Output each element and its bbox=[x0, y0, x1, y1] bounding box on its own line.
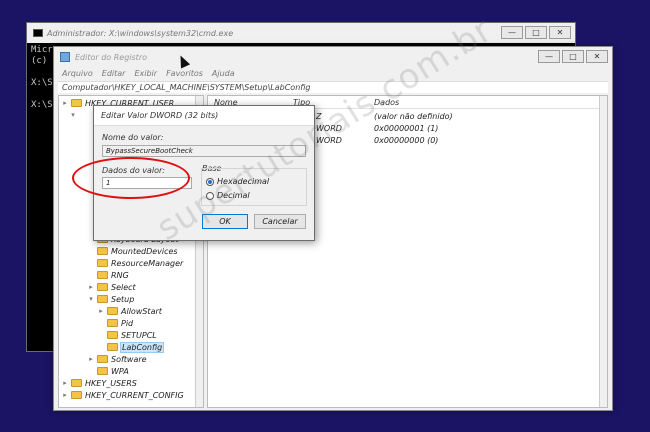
radio-decimal[interactable]: Decimal bbox=[206, 191, 250, 200]
chevron-right-icon[interactable]: ▸ bbox=[61, 379, 69, 387]
folder-icon bbox=[107, 343, 118, 351]
tree-item[interactable]: ▸ Select bbox=[87, 281, 135, 293]
regedit-icon bbox=[60, 52, 70, 62]
tree-expander[interactable]: ▾ bbox=[69, 109, 77, 121]
folder-icon bbox=[107, 307, 118, 315]
cmd-icon bbox=[33, 29, 43, 37]
base-group: Hexadecimal Decimal bbox=[201, 168, 307, 206]
menu-bar: Arquivo Editar Exibir Favoritos Ajuda bbox=[54, 67, 612, 80]
regedit-titlebar[interactable]: Editor do Registro bbox=[54, 47, 612, 67]
dialog-title: Editar Valor DWORD (32 bits) bbox=[94, 106, 314, 126]
folder-icon bbox=[97, 247, 108, 255]
folder-icon bbox=[97, 355, 108, 363]
list-scrollbar[interactable] bbox=[599, 96, 607, 407]
cmd-titlebar[interactable]: Administrador: X:\windows\system32\cmd.e… bbox=[27, 23, 575, 43]
chevron-down-icon[interactable]: ▾ bbox=[69, 111, 77, 119]
maximize-button[interactable]: □ bbox=[562, 50, 584, 63]
tree-item[interactable]: MountedDevices bbox=[95, 245, 178, 257]
folder-icon bbox=[97, 283, 108, 291]
red-highlight-ellipse bbox=[72, 157, 190, 199]
chevron-right-icon[interactable]: ▸ bbox=[97, 307, 105, 315]
folder-icon bbox=[97, 367, 108, 375]
minimize-button[interactable]: — bbox=[538, 50, 560, 63]
radio-hexadecimal[interactable]: Hexadecimal bbox=[206, 177, 269, 186]
chevron-right-icon[interactable]: ▸ bbox=[87, 283, 95, 291]
folder-icon bbox=[107, 331, 118, 339]
chevron-down-icon[interactable]: ▾ bbox=[87, 295, 95, 303]
tree-item[interactable]: ▸ Software bbox=[87, 353, 146, 365]
radio-dot-icon bbox=[206, 191, 214, 200]
regedit-title: Editor do Registro bbox=[75, 52, 148, 62]
folder-icon bbox=[97, 259, 108, 267]
close-button[interactable]: ✕ bbox=[549, 26, 571, 39]
tree-item-selected[interactable]: LabConfig bbox=[105, 341, 165, 353]
menu-exibir[interactable]: Exibir bbox=[134, 69, 157, 78]
folder-icon bbox=[71, 99, 82, 107]
tree-item[interactable]: ResourceManager bbox=[95, 257, 183, 269]
folder-icon bbox=[107, 319, 118, 327]
minimize-button[interactable]: — bbox=[501, 26, 523, 39]
tree-item[interactable]: RNG bbox=[95, 269, 129, 281]
folder-icon bbox=[97, 271, 108, 279]
chevron-right-icon[interactable]: ▸ bbox=[61, 99, 69, 107]
menu-editar[interactable]: Editar bbox=[102, 69, 126, 78]
folder-icon bbox=[71, 391, 82, 399]
tree-item[interactable]: ▾ Setup bbox=[87, 293, 134, 305]
cancel-button[interactable]: Cancelar bbox=[254, 214, 306, 229]
menu-arquivo[interactable]: Arquivo bbox=[62, 69, 93, 78]
value-name-label: Nome do valor: bbox=[102, 133, 164, 142]
maximize-button[interactable]: □ bbox=[525, 26, 547, 39]
tree-item[interactable]: WPA bbox=[95, 365, 129, 377]
radio-dot-icon bbox=[206, 177, 214, 186]
value-name-field: BypassSecureBootCheck bbox=[102, 145, 306, 157]
ok-button[interactable]: OK bbox=[202, 214, 248, 229]
cmd-title: Administrador: X:\windows\system32\cmd.e… bbox=[47, 28, 234, 38]
column-dados[interactable]: Dados bbox=[374, 98, 399, 107]
menu-ajuda[interactable]: Ajuda bbox=[212, 69, 235, 78]
folder-icon bbox=[97, 295, 108, 303]
tree-item[interactable]: Pid bbox=[105, 317, 133, 329]
tree-item[interactable]: ▸ AllowStart bbox=[97, 305, 162, 317]
chevron-right-icon[interactable]: ▸ bbox=[61, 391, 69, 399]
tree-item-hku[interactable]: ▸ HKEY_USERS bbox=[61, 377, 137, 389]
folder-icon bbox=[71, 379, 82, 387]
menu-favoritos[interactable]: Favoritos bbox=[166, 69, 203, 78]
close-button[interactable]: ✕ bbox=[586, 50, 608, 63]
cmd-window-controls: — □ ✕ bbox=[501, 26, 571, 39]
chevron-right-icon[interactable]: ▸ bbox=[87, 355, 95, 363]
tree-item[interactable]: SETUPCL bbox=[105, 329, 157, 341]
regedit-window-controls: — □ ✕ bbox=[538, 50, 608, 63]
address-bar[interactable]: Computador\HKEY_LOCAL_MACHINE\SYSTEM\Set… bbox=[58, 81, 608, 93]
tree-item-hkcc[interactable]: ▸ HKEY_CURRENT_CONFIG bbox=[61, 389, 183, 401]
